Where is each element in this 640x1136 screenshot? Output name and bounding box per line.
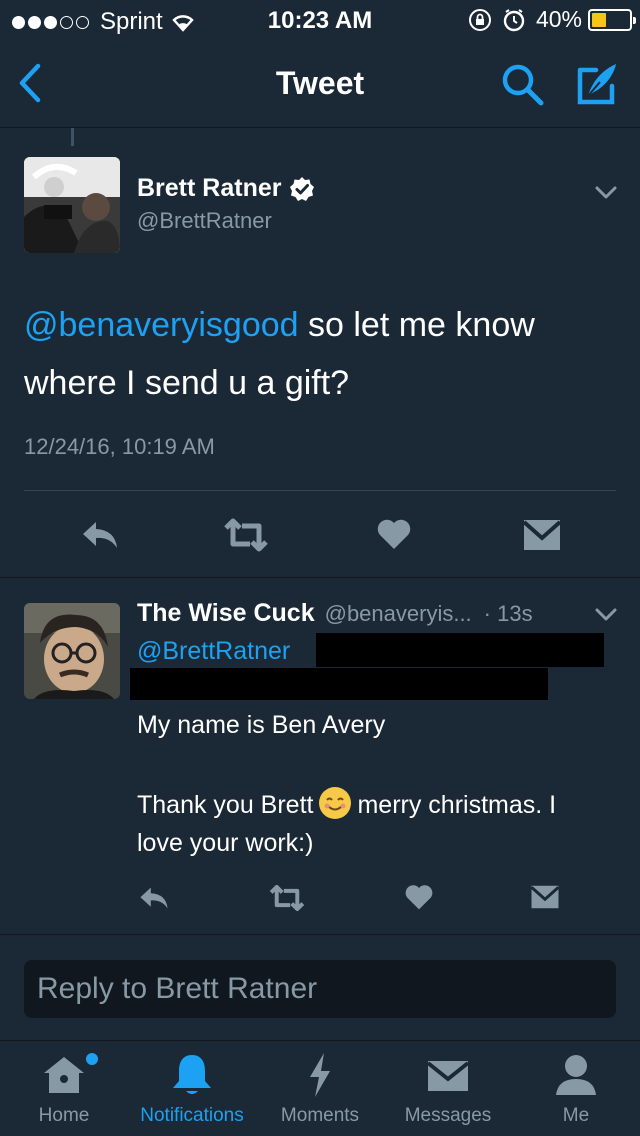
- avatar[interactable]: [24, 157, 120, 253]
- tab-label: Messages: [404, 1105, 492, 1126]
- reply-line: Thank you Brett merry christmas. I love y…: [137, 786, 607, 862]
- like-icon[interactable]: [377, 519, 411, 549]
- tab-label: Moments: [280, 1105, 360, 1126]
- compose-tweet-icon[interactable]: [574, 60, 620, 108]
- retweet-icon[interactable]: [222, 518, 270, 552]
- tweet-text: @benaveryisgood so let me know where I s…: [24, 296, 624, 412]
- reply-author-name[interactable]: The Wise Cuck: [137, 599, 315, 628]
- reply-avatar[interactable]: [24, 603, 120, 699]
- smiling-face-emoji-icon: [319, 787, 352, 819]
- tab-messages[interactable]: Messages: [384, 1041, 512, 1136]
- divider: [0, 577, 640, 578]
- thread-line: [71, 128, 74, 146]
- search-icon[interactable]: [500, 62, 546, 108]
- author-name[interactable]: Brett Ratner: [137, 174, 281, 203]
- divider: [24, 490, 616, 491]
- battery-percent: 40%: [535, 6, 582, 32]
- reply-author-handle[interactable]: @benaveryis...: [325, 601, 472, 627]
- redaction-bar: [316, 633, 604, 667]
- battery-level: [592, 12, 607, 27]
- person-icon: [556, 1055, 596, 1095]
- tab-bar: Home Notifications Moments Messages Me: [0, 1040, 640, 1136]
- mention-link[interactable]: @benaveryisgood: [24, 306, 299, 344]
- tab-home[interactable]: Home: [0, 1041, 128, 1136]
- direct-message-icon[interactable]: [530, 884, 560, 910]
- reply-icon[interactable]: [80, 518, 120, 552]
- avatar-image: [24, 157, 120, 253]
- reply-text: My name is Ben Avery Thank you Brett merr…: [137, 706, 607, 862]
- reply-line: My name is Ben Avery: [137, 711, 386, 739]
- tab-me[interactable]: Me: [512, 1041, 640, 1136]
- chevron-down-icon[interactable]: [594, 184, 618, 202]
- battery-icon: [588, 8, 636, 31]
- tweet-timestamp: 12/24/16, 10:19 AM: [24, 434, 215, 459]
- status-bar: Sprint 10:23 AM 40%: [0, 0, 640, 40]
- nav-bar: Tweet: [0, 40, 640, 128]
- reply-input[interactable]: [24, 960, 616, 1018]
- envelope-icon: [426, 1061, 470, 1091]
- reply-author-row[interactable]: The Wise Cuck @benaveryis... · 13s: [137, 599, 617, 628]
- author-name-row[interactable]: Brett Ratner: [137, 174, 315, 203]
- new-content-dot: [86, 1053, 98, 1065]
- status-right: 40%: [468, 6, 636, 33]
- redaction-bar: [130, 668, 548, 700]
- reply-time: · 13s: [483, 601, 533, 626]
- author-handle[interactable]: @BrettRatner: [137, 208, 272, 234]
- verified-badge-icon: [290, 176, 315, 201]
- rotation-lock-icon: [468, 8, 491, 31]
- tab-label: Notifications: [140, 1105, 244, 1126]
- like-icon[interactable]: [405, 885, 433, 910]
- tab-moments[interactable]: Moments: [256, 1041, 384, 1136]
- reply-avatar-image: [24, 603, 120, 699]
- tab-notifications[interactable]: Notifications: [128, 1041, 256, 1136]
- home-icon: [44, 1057, 84, 1093]
- bell-icon: [173, 1055, 211, 1094]
- tab-label: Home: [38, 1105, 90, 1126]
- tab-label: Me: [562, 1105, 590, 1126]
- direct-message-icon[interactable]: [522, 518, 562, 552]
- retweet-icon[interactable]: [268, 884, 306, 912]
- alarm-icon: [503, 8, 525, 31]
- reply-mention-link[interactable]: @BrettRatner: [137, 637, 290, 666]
- chevron-down-icon[interactable]: [594, 606, 618, 624]
- lightning-icon: [310, 1053, 330, 1097]
- reply-icon[interactable]: [138, 884, 170, 912]
